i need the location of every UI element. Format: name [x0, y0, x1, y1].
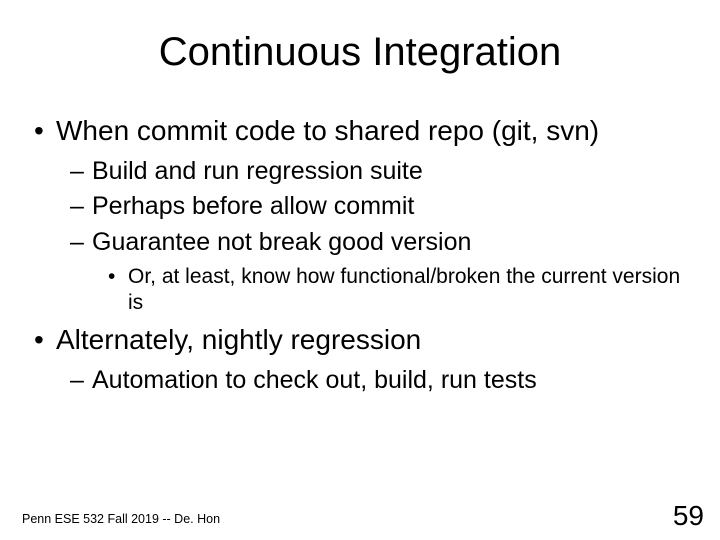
sub-bullet-text: Automation to check out, build, run test…: [92, 366, 537, 394]
sub-bullet-text: Perhaps before allow commit: [92, 192, 414, 220]
sub-sub-bullet-text: Or, at least, know how functional/broken…: [128, 265, 680, 314]
sub-sub-bullet-list: Or, at least, know how functional/broken…: [92, 264, 690, 317]
bullet-item: Alternately, nightly regression Automati…: [56, 322, 690, 396]
slide: Continuous Integration When commit code …: [0, 0, 720, 540]
sub-bullet-item: Perhaps before allow commit: [92, 191, 690, 222]
sub-bullet-item: Build and run regression suite: [92, 156, 690, 187]
sub-bullet-text: Build and run regression suite: [92, 157, 423, 185]
sub-bullet-list: Automation to check out, build, run test…: [56, 365, 690, 396]
sub-bullet-item: Guarantee not break good version Or, at …: [92, 227, 690, 317]
sub-sub-bullet-item: Or, at least, know how functional/broken…: [128, 264, 690, 317]
bullet-text: Alternately, nightly regression: [56, 324, 421, 355]
bullet-list: When commit code to shared repo (git, sv…: [30, 113, 690, 397]
bullet-text: When commit code to shared repo (git, sv…: [56, 115, 599, 146]
bullet-item: When commit code to shared repo (git, sv…: [56, 113, 690, 316]
sub-bullet-text: Guarantee not break good version: [92, 228, 471, 256]
sub-bullet-list: Build and run regression suite Perhaps b…: [56, 156, 690, 316]
page-number: 59: [673, 500, 704, 532]
slide-title: Continuous Integration: [30, 30, 690, 75]
sub-bullet-item: Automation to check out, build, run test…: [92, 365, 690, 396]
footer-text: Penn ESE 532 Fall 2019 -- De. Hon: [22, 512, 220, 526]
